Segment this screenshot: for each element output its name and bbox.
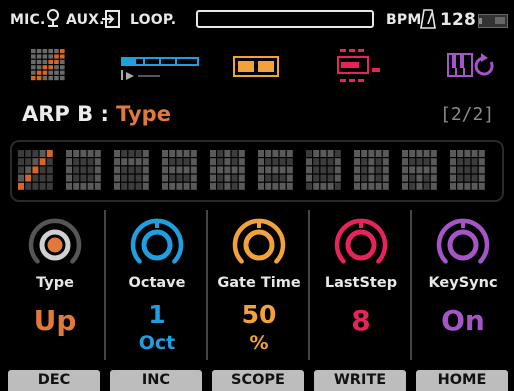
metronome-icon xyxy=(420,9,436,29)
knob-label: LastStep xyxy=(324,275,398,291)
knob-column-keysync[interactable]: KeySync On xyxy=(412,208,514,366)
knob-label: Gate Time xyxy=(217,275,301,291)
knob-column-laststep[interactable]: LastStep 8 xyxy=(310,208,412,366)
knob-value: 1 xyxy=(148,300,166,329)
write-button[interactable]: WRITE xyxy=(314,370,406,391)
scope-button[interactable]: SCOPE xyxy=(212,370,304,391)
arp-label: ARP B : xyxy=(22,102,117,126)
pads-icon[interactable] xyxy=(232,48,280,88)
knob-label: KeySync xyxy=(428,275,498,291)
bpm-label: BPM xyxy=(386,12,422,28)
function-button-bar: DEC INC SCOPE WRITE HOME xyxy=(0,368,514,391)
column-divider xyxy=(410,210,412,360)
knob-icon[interactable] xyxy=(128,216,186,274)
knob-column-octave[interactable]: Octave 1 Oct xyxy=(106,208,208,366)
mic-label: MIC. xyxy=(10,12,46,28)
knob-unit: Oct xyxy=(138,332,176,354)
arp-pattern-display xyxy=(10,140,504,202)
knob-value: 50 xyxy=(241,300,277,329)
page-indicator: [2/2] xyxy=(440,104,495,125)
knob-value: 8 xyxy=(351,304,371,337)
loop-progress-bar xyxy=(196,10,374,28)
patterns-icon[interactable] xyxy=(336,48,398,88)
knob-value: On xyxy=(441,304,485,337)
sequence-timeline-icon[interactable] xyxy=(120,48,200,88)
page-title: ARP B : Type xyxy=(22,102,171,126)
knob-label: Octave xyxy=(128,275,186,291)
microphone-icon xyxy=(47,9,59,27)
aux-label: AUX. xyxy=(66,12,105,28)
inc-button[interactable]: INC xyxy=(110,370,202,391)
battery-icon xyxy=(478,14,508,28)
column-divider xyxy=(206,210,208,360)
column-divider xyxy=(308,210,310,360)
knob-icon[interactable] xyxy=(434,216,492,274)
bpm-value: 128 xyxy=(440,10,477,30)
arp-grid-icon[interactable] xyxy=(30,48,66,88)
param-name: Type xyxy=(116,102,171,126)
knob-value: Up xyxy=(33,304,77,337)
keyboard-loop-icon[interactable] xyxy=(446,48,498,88)
aux-input-icon xyxy=(102,10,120,28)
knob-icon[interactable] xyxy=(230,216,288,274)
dec-button[interactable]: DEC xyxy=(8,370,100,391)
knob-icon[interactable] xyxy=(332,216,390,274)
knob-unit: % xyxy=(249,332,269,354)
home-button[interactable]: HOME xyxy=(416,370,508,391)
status-bar: MIC. AUX. LOOP. BPM 128 xyxy=(0,0,514,40)
knob-label: Type xyxy=(36,275,74,291)
loop-label: LOOP. xyxy=(130,12,177,28)
knob-column-type[interactable]: Type Up xyxy=(4,208,106,366)
column-divider xyxy=(104,210,106,360)
knob-column-gate-time[interactable]: Gate Time 50% xyxy=(208,208,310,366)
knob-icon[interactable] xyxy=(26,216,84,274)
